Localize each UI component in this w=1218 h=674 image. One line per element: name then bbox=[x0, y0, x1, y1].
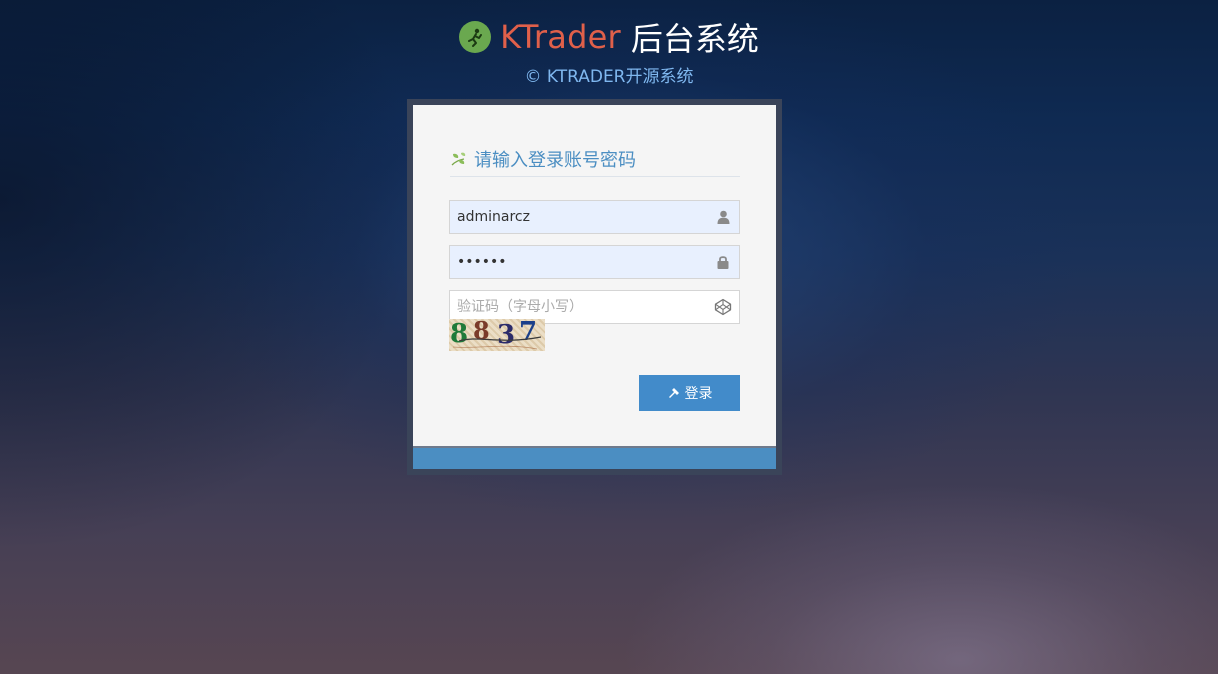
app-brand: KTrader bbox=[500, 18, 621, 56]
leaf-icon bbox=[450, 150, 468, 168]
codepen-icon bbox=[713, 298, 733, 316]
login-form-header: 请输入登录账号密码 bbox=[450, 141, 740, 177]
app-title: 后台系统 bbox=[630, 20, 759, 58]
password-input[interactable] bbox=[450, 246, 713, 278]
title-row: KTrader 后台系统 bbox=[459, 14, 759, 60]
username-input[interactable] bbox=[450, 201, 713, 233]
captcha-noise bbox=[452, 336, 542, 350]
page-header: KTrader 后台系统 © KTRADER开源系统 bbox=[0, 14, 1218, 87]
login-box-footer bbox=[413, 446, 776, 469]
app-subtitle: © KTRADER开源系统 bbox=[524, 67, 694, 87]
logo-icon bbox=[459, 21, 492, 53]
user-icon bbox=[713, 210, 733, 224]
key-icon bbox=[667, 387, 680, 400]
login-box: 请输入登录账号密码 adminarcz 验证码（字母小写） 8 8 3 7 登录 bbox=[407, 99, 782, 475]
lock-icon bbox=[713, 255, 733, 269]
login-button[interactable]: 登录 bbox=[639, 375, 740, 411]
captcha-image[interactable]: 8 8 3 7 bbox=[449, 319, 545, 351]
username-field-wrapper bbox=[449, 200, 740, 234]
login-button-label: 登录 bbox=[684, 386, 713, 402]
login-panel: 请输入登录账号密码 adminarcz 验证码（字母小写） 8 8 3 7 登录 bbox=[413, 105, 776, 469]
password-field-wrapper bbox=[449, 245, 740, 279]
login-heading: 请输入登录账号密码 bbox=[474, 149, 636, 171]
